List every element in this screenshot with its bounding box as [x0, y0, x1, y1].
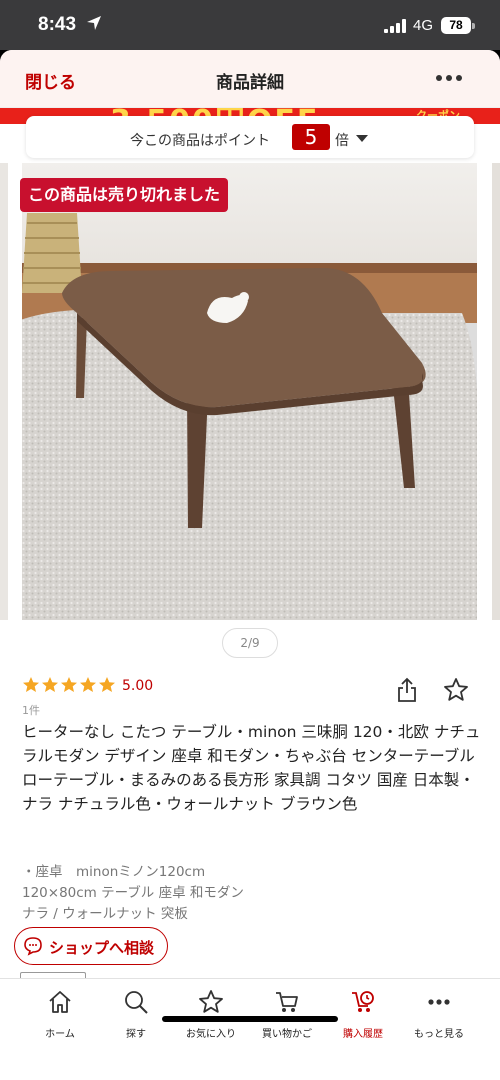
history-icon — [352, 991, 374, 1012]
location-arrow-icon — [87, 16, 101, 30]
product-description: ・座卓 minonミノン120cm 120×80cm テーブル 座卓 和モダン … — [22, 862, 244, 925]
soldout-badge: この商品は売り切れました — [20, 178, 229, 212]
page-title: 商品詳細 — [216, 73, 284, 93]
search-icon — [125, 991, 148, 1014]
share-icon[interactable] — [396, 677, 418, 703]
status-time: 8:43 — [38, 14, 77, 35]
chat-bubble-icon — [24, 937, 42, 956]
desc-line: ナラ / ウォールナット 突板 — [22, 906, 188, 922]
tab-home[interactable]: ホーム — [24, 979, 96, 1053]
battery-tip — [472, 23, 475, 29]
points-multiplier: 5 — [292, 124, 330, 150]
product-image[interactable] — [22, 163, 477, 620]
consult-shop-button[interactable]: ショップへ相談 — [14, 927, 168, 965]
star-outline-icon[interactable] — [443, 677, 469, 703]
rating-stars — [23, 677, 115, 692]
image-page-indicator: 2/9 — [222, 628, 278, 658]
tab-label: 購入履歴 — [343, 1029, 383, 1040]
points-card[interactable]: 今この商品はポイント 5 倍 — [26, 116, 474, 158]
product-photo — [22, 163, 477, 620]
rating-value: 5.00 — [122, 678, 154, 694]
battery-icon: 78 — [441, 17, 471, 34]
prev-image-peek[interactable] — [0, 163, 8, 620]
points-prefix: 今この商品はポイント — [130, 133, 270, 149]
desc-line: ・座卓 minonミノン120cm — [22, 864, 206, 880]
points-suffix: 倍 — [335, 133, 349, 149]
consult-shop-label: ショップへ相談 — [49, 939, 155, 957]
header-bar: 閉じる 商品詳細 — [0, 50, 500, 108]
status-bar: 8:43 4G 78 — [0, 0, 500, 50]
tab-purchase-history[interactable]: 購入履歴 — [327, 979, 399, 1053]
ellipsis-icon[interactable] — [434, 70, 464, 86]
cart-icon — [276, 992, 298, 1012]
signal-icon — [384, 19, 406, 33]
home-icon — [49, 991, 71, 1013]
home-indicator[interactable] — [162, 1016, 338, 1022]
review-count[interactable]: 1件 — [22, 702, 40, 718]
tab-label: 買い物かご — [262, 1029, 312, 1040]
more-icon — [428, 999, 450, 1005]
tab-search[interactable]: 探す — [100, 979, 172, 1053]
tab-more[interactable]: もっと見る — [403, 979, 475, 1053]
tab-label: ホーム — [45, 1029, 75, 1040]
star-icon — [199, 990, 223, 1013]
product-detail-sheet: 閉じる 商品詳細 3,500円OFF クーポン 今この商品はポイント 5 倍 — [0, 50, 500, 1080]
tab-label: もっと見る — [414, 1029, 464, 1040]
caret-down-icon — [356, 135, 368, 142]
bottom-tab-bar: ホーム 探す お気に入り 買い物かご 購入履歴 もっと見る — [0, 978, 500, 1080]
network-type: 4G — [413, 17, 434, 34]
next-image-peek[interactable] — [492, 163, 500, 620]
desc-line: 120×80cm テーブル 座卓 和モダン — [22, 885, 244, 901]
tab-label: お気に入り — [186, 1029, 236, 1040]
tab-label: 探す — [126, 1029, 146, 1040]
product-title: ヒーターなし こたつ テーブル・minon 三味胴 120・北欧 ナチュラルモダ… — [22, 723, 481, 813]
